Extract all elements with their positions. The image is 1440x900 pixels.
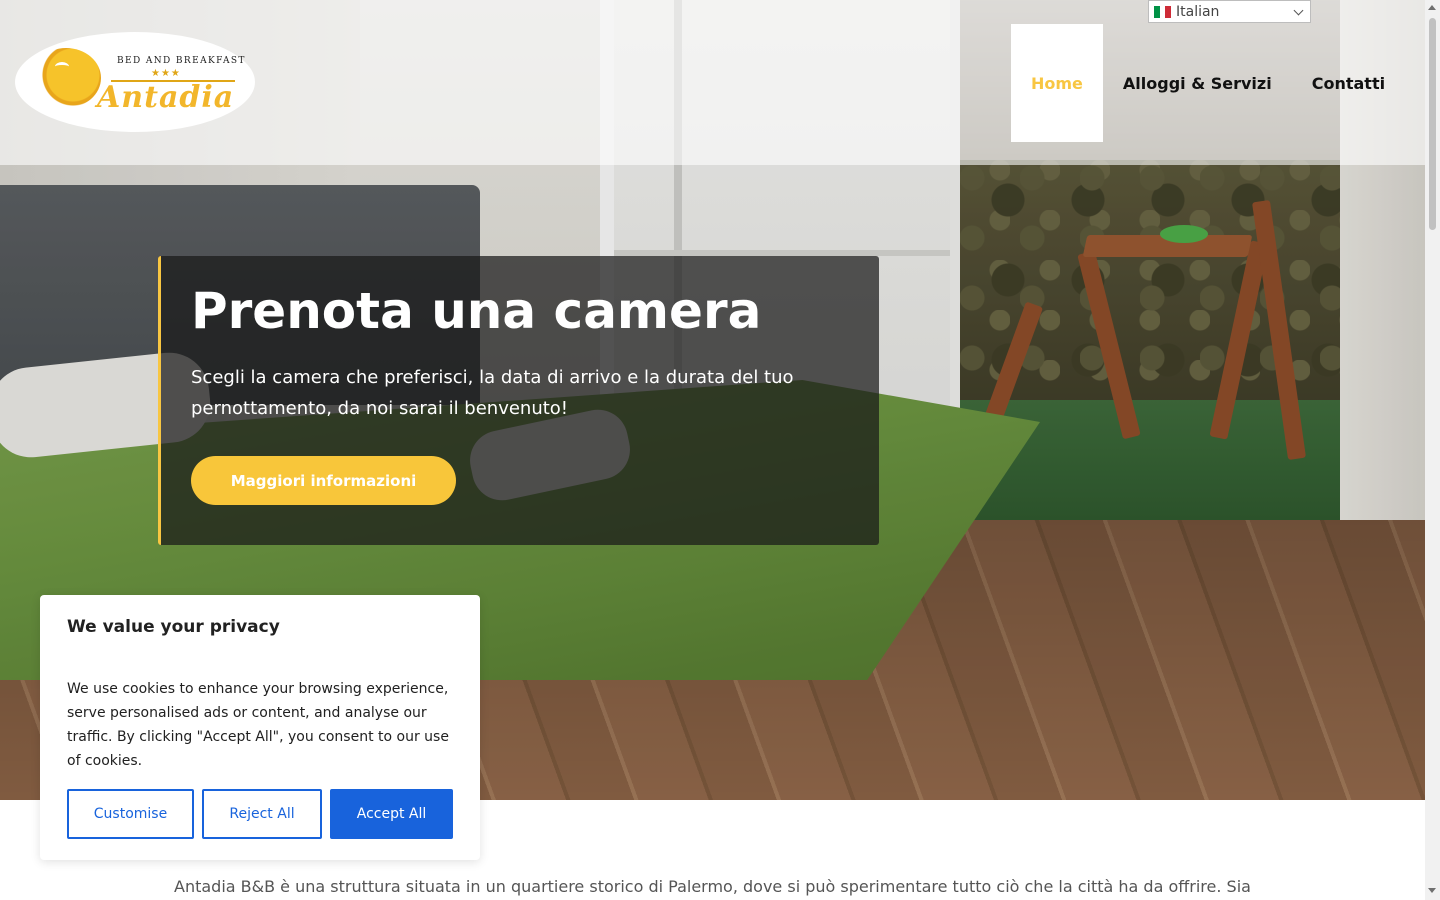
nav-item-home[interactable]: Home [1011,24,1103,142]
customise-button[interactable]: Customise [67,789,194,839]
hero-subtitle: Scegli la camera che preferisci, la data… [191,367,794,419]
cookie-description: We use cookies to enhance your browsing … [67,681,449,769]
logo-wordmark: Antadia [97,80,235,115]
scroll-up-arrow-icon[interactable] [1428,5,1436,10]
intro-text: Antadia B&B è una struttura situata in u… [174,877,1251,896]
more-info-button[interactable]: Maggiori informazioni [191,456,456,505]
scroll-down-arrow-icon[interactable] [1428,888,1436,893]
nav-item-contatti[interactable]: Contatti [1292,24,1405,142]
reject-all-button[interactable]: Reject All [202,789,322,839]
cookie-banner: We value your privacy We use cookies to … [40,595,480,860]
page-scrollbar[interactable] [1425,0,1440,900]
chevron-down-icon [1293,5,1304,16]
accept-all-button[interactable]: Accept All [330,789,453,839]
italy-flag-icon [1154,5,1172,18]
sun-seagull-icon [31,48,101,108]
cookie-title: We value your privacy [67,617,280,637]
logo-stars: ★★★ [151,68,181,79]
logo-tagline: Bed and Breakfast [117,56,246,66]
language-selector[interactable]: Italian [1148,0,1311,23]
site-logo[interactable]: Bed and Breakfast ★★★ Antadia [15,32,255,132]
language-selected: Italian [1176,3,1220,20]
hero-title: Prenota una camera [191,282,762,340]
main-nav: Home Alloggi & Servizi Contatti [1011,24,1405,142]
scrollbar-thumb[interactable] [1429,18,1436,230]
nav-item-alloggi-servizi[interactable]: Alloggi & Servizi [1103,24,1292,142]
hero-card: Prenota una camera Scegli la camera che … [158,256,879,545]
